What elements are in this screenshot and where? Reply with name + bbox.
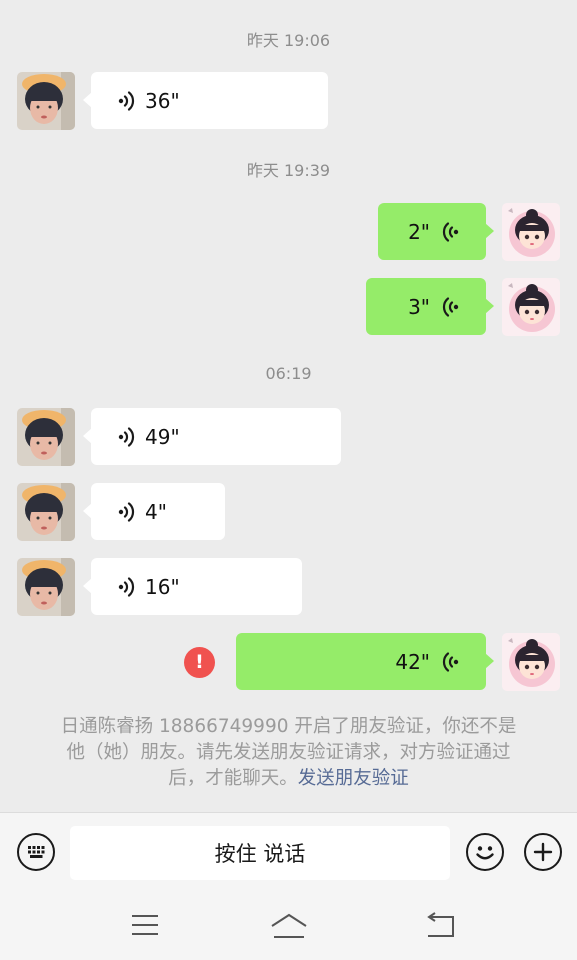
voice-message-bubble[interactable]: 42" <box>236 633 494 690</box>
menu-icon[interactable] <box>130 912 160 942</box>
voice-duration: 36" <box>145 88 180 113</box>
voice-duration: 49" <box>145 424 180 449</box>
voice-wave-icon <box>117 90 137 112</box>
input-bar: 按住 说话 <box>0 812 577 895</box>
voice-wave-icon <box>440 221 460 243</box>
notice-text: 后，才能聊天。 <box>168 768 298 789</box>
send-verification-link[interactable]: 发送朋友验证 <box>298 768 409 789</box>
contact-avatar[interactable] <box>17 558 75 616</box>
keyboard-icon[interactable] <box>17 833 55 871</box>
timestamp: 昨天 19:39 <box>246 161 331 180</box>
voice-message-bubble[interactable]: 16" <box>83 558 302 615</box>
voice-duration: 2" <box>408 219 430 244</box>
home-icon[interactable] <box>269 912 309 944</box>
chat-area: 昨天 19:06 36" 昨天 19:39 2" 3" 06:19 49" 4"… <box>0 0 577 812</box>
voice-wave-icon <box>440 296 460 318</box>
emoji-icon[interactable] <box>466 833 504 871</box>
timestamp: 06:19 <box>265 364 312 383</box>
voice-wave-icon <box>440 651 460 673</box>
voice-duration: 16" <box>145 574 180 599</box>
voice-duration: 3" <box>408 294 430 319</box>
friend-verification-notice: 日通陈睿扬 18866749990 开启了朋友验证，你还不是 他（她）朋友。请先… <box>40 714 537 792</box>
notice-line: 日通陈睿扬 18866749990 开启了朋友验证，你还不是 <box>60 716 517 737</box>
contact-avatar[interactable] <box>17 408 75 466</box>
back-icon[interactable] <box>424 912 456 944</box>
timestamp: 昨天 19:06 <box>246 31 331 50</box>
my-avatar[interactable] <box>502 278 560 336</box>
contact-avatar[interactable] <box>17 72 75 130</box>
voice-message-bubble[interactable]: 2" <box>378 203 494 260</box>
send-failed-icon[interactable]: ! <box>184 647 215 678</box>
voice-wave-icon <box>117 426 137 448</box>
my-avatar[interactable] <box>502 633 560 691</box>
voice-wave-icon <box>117 501 137 523</box>
voice-duration: 4" <box>145 499 167 524</box>
contact-avatar[interactable] <box>17 483 75 541</box>
hold-to-talk-button[interactable]: 按住 说话 <box>70 826 450 880</box>
notice-line: 后，才能聊天。发送朋友验证 <box>40 766 537 792</box>
plus-icon[interactable] <box>524 833 562 871</box>
my-avatar[interactable] <box>502 203 560 261</box>
voice-message-bubble[interactable]: 49" <box>83 408 341 465</box>
voice-duration: 42" <box>395 649 430 674</box>
voice-message-bubble[interactable]: 36" <box>83 72 328 129</box>
voice-wave-icon <box>117 576 137 598</box>
voice-message-bubble[interactable]: 3" <box>366 278 494 335</box>
voice-message-bubble[interactable]: 4" <box>83 483 225 540</box>
notice-line: 他（她）朋友。请先发送朋友验证请求，对方验证通过 <box>66 742 511 763</box>
system-navigation-bar <box>0 894 577 960</box>
